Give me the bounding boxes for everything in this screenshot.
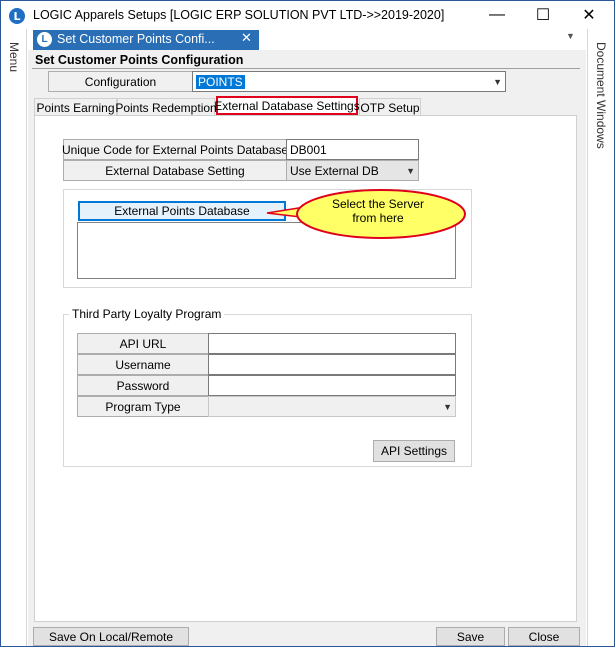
program-type-label: Program Type	[77, 396, 209, 417]
save-on-local-remote-button[interactable]: Save On Local/Remote	[33, 627, 189, 646]
chevron-down-icon[interactable]: ▼	[443, 402, 452, 412]
api-url-label: API URL	[77, 333, 209, 354]
configuration-value: POINTS	[196, 74, 245, 89]
unique-code-label: Unique Code for External Points Database	[62, 139, 288, 160]
username-label: Username	[77, 354, 209, 375]
tab-external-database-settings[interactable]: External Database Settings	[214, 96, 360, 115]
password-input[interactable]	[208, 375, 456, 396]
menu-side-panel[interactable]: Menu	[1, 29, 27, 646]
api-url-input[interactable]	[208, 333, 456, 354]
title-bar: L LOGIC Apparels Setups [LOGIC ERP SOLUT…	[1, 1, 614, 29]
window-title: LOGIC Apparels Setups [LOGIC ERP SOLUTIO…	[33, 8, 445, 22]
form-client-area: Set Customer Points Configuration Config…	[28, 50, 586, 646]
minimize-button[interactable]: —	[474, 1, 520, 29]
close-button[interactable]: Close	[508, 627, 580, 646]
tab-points-redemption[interactable]: Points Redemption	[115, 98, 217, 116]
menu-panel-label[interactable]: Menu	[7, 42, 21, 72]
tab-otp-setup[interactable]: OTP Setup	[359, 98, 421, 116]
document-tab-logo-icon: L	[37, 32, 52, 47]
tab-label: OTP Setup	[360, 100, 420, 115]
username-input[interactable]	[208, 354, 456, 375]
tab-label: External Database Settings	[214, 98, 360, 113]
configuration-combo[interactable]: POINTS ▼	[192, 71, 506, 92]
document-windows-label[interactable]: Document Windows	[594, 42, 608, 149]
document-windows-panel[interactable]: Document Windows	[587, 29, 614, 646]
external-database-setting-value: Use External DB	[290, 163, 379, 178]
tab-label: Points Redemption	[115, 100, 217, 115]
unique-code-input[interactable]: DB001	[286, 139, 419, 160]
tab-label: Points Earning	[36, 100, 115, 115]
form-title: Set Customer Points Configuration	[35, 53, 244, 67]
save-button[interactable]: Save	[436, 627, 505, 646]
chevron-down-icon[interactable]: ▼	[406, 166, 415, 176]
api-settings-button[interactable]: API Settings	[373, 440, 455, 462]
program-type-combo[interactable]: ▼	[208, 396, 456, 417]
app-logo-icon: L	[9, 8, 25, 24]
callout-text: Select the Server from here	[331, 197, 425, 225]
password-label: Password	[77, 375, 209, 396]
configuration-label: Configuration	[48, 71, 193, 92]
close-window-button[interactable]: ✕	[566, 1, 612, 29]
title-divider	[32, 68, 580, 69]
tab-points-earning[interactable]: Points Earning	[34, 98, 117, 116]
tab-list-dropdown-icon[interactable]: ▼	[566, 31, 575, 41]
maximize-button[interactable]: ☐	[520, 1, 566, 29]
third-party-loyalty-legend: Third Party Loyalty Program	[69, 307, 225, 321]
document-tab[interactable]: L Set Customer Points Confi... ✕	[33, 30, 259, 50]
external-database-setting-combo[interactable]: Use External DB ▼	[286, 160, 419, 181]
document-tab-close-icon[interactable]: ✕	[241, 30, 252, 46]
document-tab-bar: L Set Customer Points Confi... ✕ ▼	[28, 29, 586, 50]
external-database-setting-label: External Database Setting	[63, 160, 287, 181]
document-tab-label: Set Customer Points Confi...	[57, 32, 215, 46]
chevron-down-icon[interactable]: ▼	[493, 77, 502, 87]
